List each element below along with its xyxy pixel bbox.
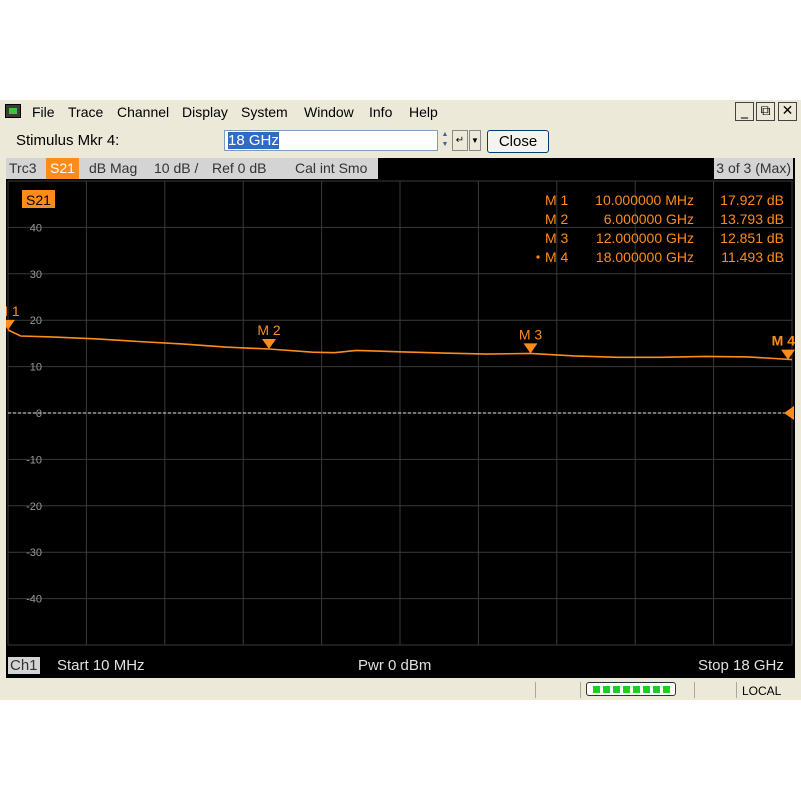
channel-badge[interactable]: Ch1: [8, 657, 40, 674]
source-power[interactable]: Pwr 0 dBm: [358, 657, 431, 674]
close-button[interactable]: Close: [487, 130, 549, 153]
menu-system[interactable]: System: [241, 104, 288, 120]
marker-label: M 4: [772, 333, 795, 349]
status-divider: [535, 682, 536, 698]
marker-readout-frequency: 18.000000 GHz: [596, 249, 694, 265]
marker-readout-row: M 1 10.000000 MHz 17.927 dB: [545, 192, 784, 208]
trace-cal-state: Cal int Smo: [295, 160, 368, 176]
trace-info[interactable]: Trc3 S21 dB Mag 10 dB / Ref 0 dB Cal int…: [6, 158, 378, 179]
trace-tag: S21: [26, 192, 51, 208]
marker-readout-value: 13.793 dB: [720, 211, 784, 227]
marker-label: M 3: [519, 326, 543, 342]
active-marker-dot: [536, 255, 540, 259]
marker-triangle: [6, 319, 15, 330]
trace-reference: Ref 0 dB: [212, 160, 267, 176]
marker-readout-frequency: 12.000000 GHz: [596, 230, 694, 246]
marker-triangle: [262, 339, 277, 350]
trace-format: dB Mag: [89, 160, 138, 176]
trace-status-bar[interactable]: Trc3 S21 dB Mag 10 dB / Ref 0 dB Cal int…: [6, 158, 795, 179]
channel-status-bar: Ch1 Start 10 MHz Pwr 0 dBm Stop 18 GHz: [6, 652, 795, 678]
marker-readout-label: M 4: [545, 249, 569, 265]
y-tick-label: 0: [36, 408, 42, 420]
marker-readout-frequency: 10.000000 MHz: [595, 192, 694, 208]
measurement-display: Trc3 S21 dB Mag 10 dB / Ref 0 dB Cal int…: [6, 158, 795, 678]
trace-parameter[interactable]: S21: [46, 158, 79, 179]
y-tick-label: 10: [30, 362, 42, 374]
menu-help[interactable]: Help: [409, 104, 438, 120]
y-tick-label: 30: [30, 269, 42, 281]
marker-readout-value: 17.927 dB: [720, 192, 784, 208]
remote-state: LOCAL: [742, 684, 782, 698]
marker-readout-label: M 1: [545, 192, 569, 208]
trace-scale: 10 dB /: [154, 160, 199, 176]
start-frequency[interactable]: Start 10 MHz: [57, 657, 145, 674]
marker-readout-row: M 2 6.000000 GHz 13.793 dB: [545, 211, 784, 227]
menu-trace[interactable]: Trace: [68, 104, 103, 120]
marker-readout-label: M 3: [545, 230, 569, 246]
y-tick-label: -10: [26, 454, 42, 466]
close-window-icon[interactable]: ✕: [778, 102, 797, 121]
stop-frequency[interactable]: Stop 18 GHz: [698, 657, 784, 674]
stimulus-toolbar: Stimulus Mkr 4: 18 GHz ▲ ▼ ↵ ▼ Close: [0, 126, 801, 158]
vna-application-window: File Trace Channel Display System Window…: [0, 100, 801, 700]
status-divider: [580, 682, 581, 698]
marker-triangle: [523, 343, 538, 354]
menu-display[interactable]: Display: [182, 104, 228, 120]
app-monitor-icon: [5, 104, 21, 118]
y-axis-ticks: 40 30 20 10 0 -10 -20 -30 -40: [26, 222, 42, 605]
instrument-status-bar: LOCAL: [0, 680, 801, 700]
stimulus-input[interactable]: 18 GHz: [224, 130, 438, 151]
marker-readout-frequency: 6.000000 GHz: [604, 211, 694, 227]
spin-arrows-icon[interactable]: ▲ ▼: [439, 130, 451, 151]
enter-key-icon[interactable]: ↵: [452, 130, 468, 151]
trace-plot[interactable]: 40 30 20 10 0 -10 -20 -30 -40 M 1 M 2 M 3 M 4 S21 M…: [6, 179, 795, 652]
activity-indicator-icon: [586, 682, 676, 696]
marker-readout-label: M 2: [545, 211, 569, 227]
status-divider: [694, 682, 695, 698]
chevron-down-icon[interactable]: ▼: [469, 130, 481, 151]
marker-triangle: [781, 349, 795, 360]
minimize-icon[interactable]: _: [735, 102, 754, 121]
marker-label: M 1: [6, 303, 20, 319]
reference-level-icon: [784, 406, 794, 420]
trace-number: Trc3: [9, 160, 37, 176]
marker-readout-row: M 3 12.000000 GHz 12.851 dB: [545, 230, 784, 246]
trace-count: 3 of 3 (Max): [714, 158, 793, 179]
y-tick-label: -40: [26, 594, 42, 606]
marker-readout-table: M 1 10.000000 MHz 17.927 dB M 2 6.000000 GHz…: [536, 192, 784, 265]
menu-bar: File Trace Channel Display System Window…: [0, 100, 801, 124]
y-tick-label: 20: [30, 315, 42, 327]
menu-window[interactable]: Window: [304, 104, 354, 120]
marker-label: M 2: [257, 322, 281, 338]
menu-info[interactable]: Info: [369, 104, 392, 120]
y-tick-label: -30: [26, 547, 42, 559]
restore-icon[interactable]: ⧉: [756, 102, 775, 121]
stimulus-value: 18 GHz: [228, 132, 279, 149]
menu-file[interactable]: File: [32, 104, 55, 120]
marker-readout-value: 11.493 dB: [721, 249, 784, 265]
status-divider: [736, 682, 737, 698]
y-tick-label: 40: [30, 222, 42, 234]
menu-channel[interactable]: Channel: [117, 104, 169, 120]
marker-readout-row: M 4 18.000000 GHz 11.493 dB: [536, 249, 784, 265]
marker-readout-value: 12.851 dB: [720, 230, 784, 246]
stimulus-label: Stimulus Mkr 4:: [16, 132, 120, 149]
y-tick-label: -20: [26, 501, 42, 513]
